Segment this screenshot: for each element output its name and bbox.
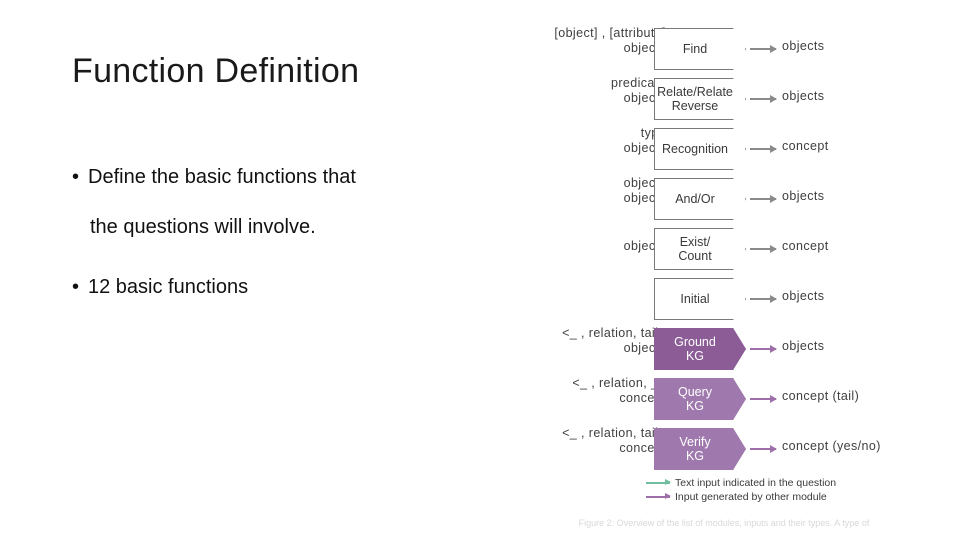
module-label: Query KG — [677, 385, 713, 413]
module-box-query-kg: Query KG — [654, 378, 746, 420]
module-label: Initial — [680, 292, 710, 306]
row-input-labels: <_ , relation, _> concept — [572, 376, 666, 405]
figure-legend: Text input indicated in the question Inp… — [646, 476, 836, 504]
figure-row-initial: Initial objects — [496, 278, 952, 322]
row-output-label: objects — [782, 39, 825, 53]
bullet-item-2: • 12 basic functions — [72, 276, 248, 299]
figure-row-find: [object] , [attribute] objects Find obje… — [496, 26, 952, 72]
row-input-labels: objects — [623, 239, 666, 253]
bullet-item-1-line-2: the questions will involve. — [90, 216, 316, 238]
legend-arrow-purple-icon — [646, 493, 671, 499]
output-arrow-icon — [750, 145, 777, 153]
row-input-labels: <_ , relation, tail> concept — [562, 426, 666, 455]
module-box-ground-kg: Ground KG — [654, 328, 746, 370]
output-arrow-icon — [750, 445, 777, 453]
row-input-labels: <_ , relation, tail> objects — [562, 326, 666, 355]
output-arrow-icon — [750, 395, 777, 403]
module-box-verify-kg: Verify KG — [654, 428, 746, 470]
figure-caption: Figure 2: Overview of the list of module… — [578, 518, 870, 528]
row-output-label: objects — [782, 189, 825, 203]
output-arrow-icon — [750, 95, 777, 103]
bullet-marker: • — [72, 166, 80, 188]
bullet-marker: • — [72, 276, 80, 298]
output-arrow-icon — [750, 195, 777, 203]
output-arrow-icon — [750, 45, 777, 53]
figure-row-recognition: type objects Recognition concept — [496, 126, 952, 172]
module-label: Exist/Count — [678, 235, 712, 263]
row-output-label: objects — [782, 89, 825, 103]
output-arrow-icon — [750, 245, 777, 253]
bullet-text: 12 basic functions — [88, 276, 249, 298]
bullet-text: Define the basic functions that — [88, 166, 356, 188]
legend-label: Input generated by other module — [675, 491, 827, 503]
figure-row-verify-kg: <_ , relation, tail> concept Verify KG co… — [496, 426, 952, 472]
row-output-label: concept (tail) — [782, 389, 860, 403]
module-box-and-or: And/Or — [654, 178, 746, 220]
module-label: Find — [682, 42, 708, 56]
module-box-recognition: Recognition — [654, 128, 746, 170]
legend-item-text-input: Text input indicated in the question — [646, 476, 836, 490]
row-input-labels: [object] , [attribute] objects — [554, 26, 666, 55]
output-arrow-icon — [750, 345, 777, 353]
figure-row-relate: predicate objects Relate/Relate Reverse o… — [496, 76, 952, 122]
module-box-relate: Relate/Relate Reverse — [654, 78, 746, 120]
row-output-label: concept — [782, 239, 829, 253]
module-label: And/Or — [675, 192, 715, 206]
module-box-exist-count: Exist/Count — [654, 228, 746, 270]
figure-row-and-or: objects objects And/Or objects — [496, 176, 952, 222]
row-input-labels: type objects — [623, 126, 666, 155]
figure-row-query-kg: <_ , relation, _> concept Query KG concep… — [496, 376, 952, 422]
figure-row-ground-kg: <_ , relation, tail> objects Ground KG ob… — [496, 326, 952, 372]
row-output-label: concept — [782, 139, 829, 153]
row-output-label: objects — [782, 339, 825, 353]
legend-arrow-green-icon — [646, 479, 671, 485]
row-input-labels: objects objects — [623, 176, 666, 205]
module-overview-figure: [object] , [attribute] objects Find obje… — [496, 10, 952, 530]
row-output-label: objects — [782, 289, 825, 303]
page-title: Function Definition — [72, 52, 360, 90]
bullet-item-1-line-1: • Define the basic functions that — [72, 166, 356, 189]
figure-row-exist-count: objects Exist/Count concept — [496, 228, 952, 272]
legend-label: Text input indicated in the question — [675, 477, 837, 489]
module-label: Relate/Relate Reverse — [657, 85, 733, 113]
module-box-find: Find — [654, 28, 746, 70]
row-output-label: concept (yes/no) — [782, 439, 881, 453]
module-label: Verify KG — [679, 435, 711, 463]
module-label: Ground KG — [674, 335, 716, 363]
row-input-labels: predicate objects — [610, 76, 666, 105]
module-box-initial: Initial — [654, 278, 746, 320]
legend-item-module-input: Input generated by other module — [646, 490, 836, 504]
module-label: Recognition — [661, 142, 728, 156]
output-arrow-icon — [750, 295, 777, 303]
